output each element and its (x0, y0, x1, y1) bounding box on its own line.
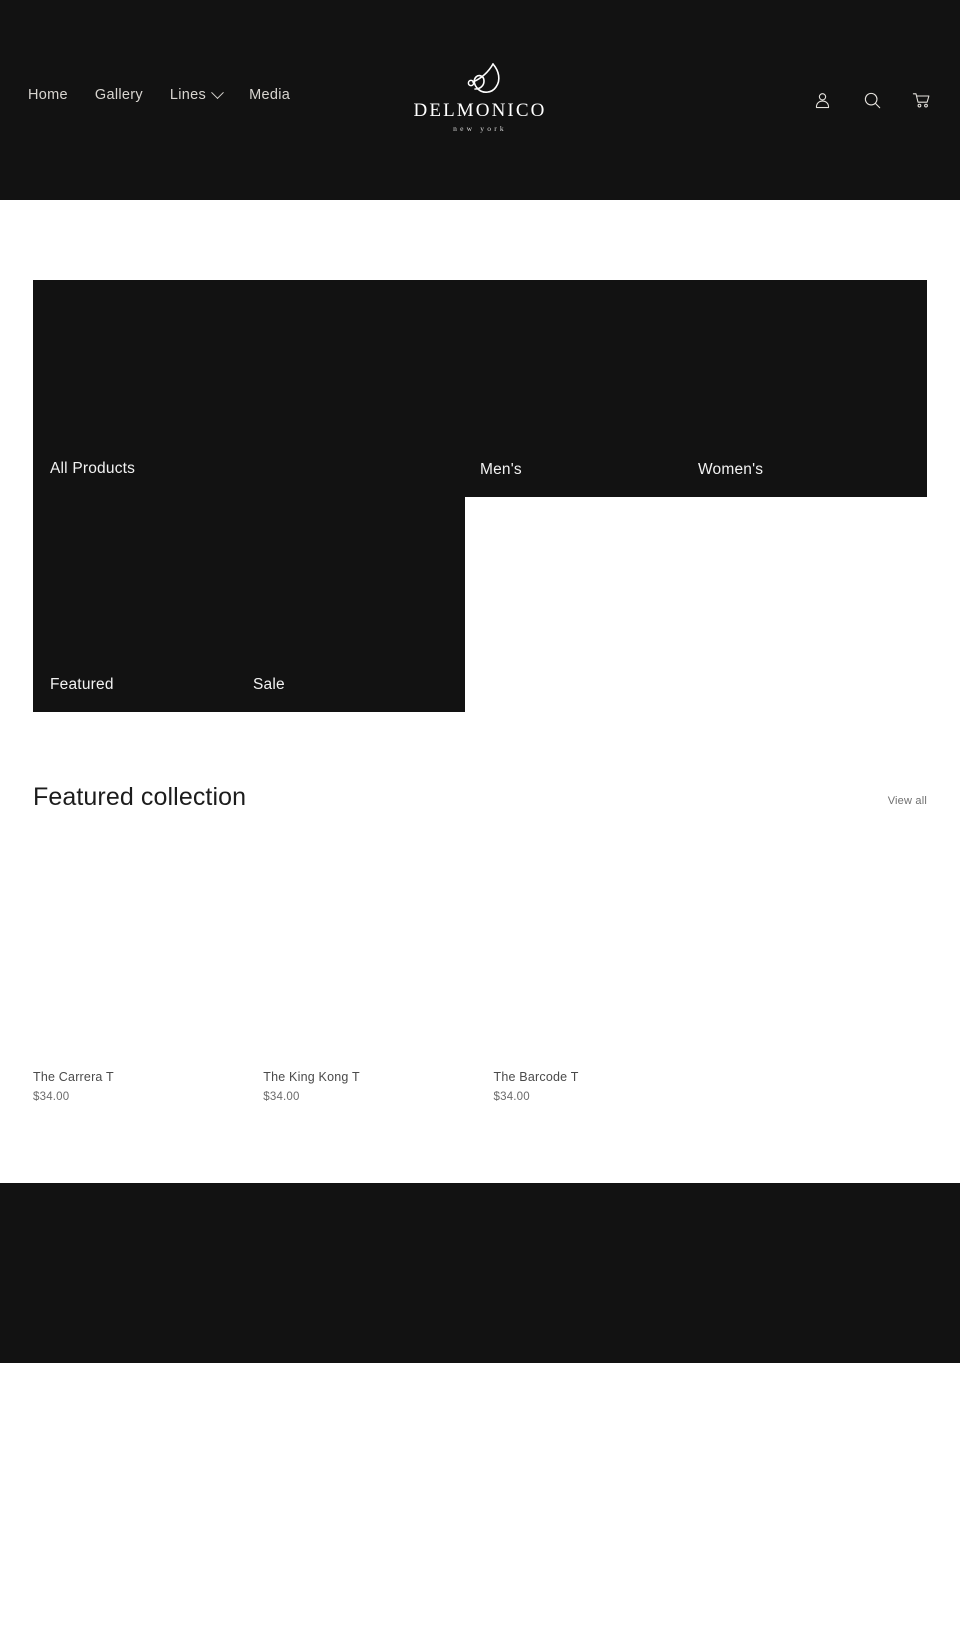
nav-item-gallery[interactable]: Gallery (95, 88, 143, 103)
site-footer (0, 1182, 960, 1363)
collection-block-featured-sale[interactable]: Featured Sale (33, 497, 465, 712)
nav-label-home: Home (28, 87, 68, 103)
nav-label-gallery: Gallery (94, 87, 143, 103)
product-title: The Barcode T (493, 1069, 579, 1084)
collection-list-section: All Products Men's Women's Featured Sale (0, 200, 960, 712)
site-header: Home Gallery Lines Media DELMONICO new y… (0, 0, 960, 200)
featured-collection-header: Featured collection View all (33, 783, 927, 820)
product-image (33, 863, 237, 1057)
collection-block-all-products[interactable]: All Products Men's Women's (33, 280, 927, 497)
cart-icon[interactable] (906, 84, 938, 116)
collection-label-featured: Featured (50, 675, 114, 693)
account-icon[interactable] (806, 84, 838, 116)
featured-collection-title: Featured collection (33, 783, 247, 811)
product-card[interactable] (723, 863, 927, 1105)
collection-grid: All Products Men's Women's Featured Sale (33, 280, 927, 712)
chevron-down-icon (211, 86, 224, 99)
header-inner: Home Gallery Lines Media DELMONICO new y… (0, 0, 960, 200)
product-title: The King Kong T (263, 1069, 360, 1084)
product-image (723, 863, 927, 1057)
product-title: The Carrera T (33, 1069, 114, 1084)
collection-label-sale: Sale (253, 675, 285, 693)
nav-label-lines: Lines (169, 87, 207, 103)
collection-label-womens: Women's (698, 460, 764, 478)
nav-label-media: Media (249, 87, 291, 103)
nav-item-lines[interactable]: Lines (169, 86, 224, 103)
product-image (493, 863, 697, 1057)
product-price: $34.00 (33, 1090, 70, 1103)
delmonico-monogram-icon (380, 62, 580, 96)
logo-tagline: new york (453, 123, 507, 133)
nav-item-media[interactable]: Media (249, 88, 290, 103)
search-icon[interactable] (856, 84, 888, 116)
view-all-link[interactable]: View all (888, 795, 927, 812)
product-card[interactable]: The King Kong T $34.00 (263, 863, 467, 1105)
collection-label-mens: Men's (480, 460, 522, 478)
product-price: $34.00 (263, 1090, 300, 1103)
nav-item-home[interactable]: Home (28, 88, 68, 103)
header-icon-group (806, 84, 938, 116)
main-navigation: Home Gallery Lines Media (28, 86, 290, 103)
product-image (263, 863, 467, 1057)
product-price: $34.00 (493, 1090, 530, 1103)
product-card[interactable]: The Carrera T $34.00 (33, 863, 237, 1105)
product-card[interactable]: The Barcode T $34.00 (493, 863, 697, 1105)
product-grid: The Carrera T $34.00 The King Kong T $34… (33, 863, 927, 1105)
collection-label-all-products: All Products (50, 459, 136, 477)
site-logo[interactable]: DELMONICO new york (380, 62, 580, 133)
logo-wordmark: DELMONICO (413, 100, 547, 121)
featured-collection-section: Featured collection View all The Carrera… (33, 712, 927, 1105)
